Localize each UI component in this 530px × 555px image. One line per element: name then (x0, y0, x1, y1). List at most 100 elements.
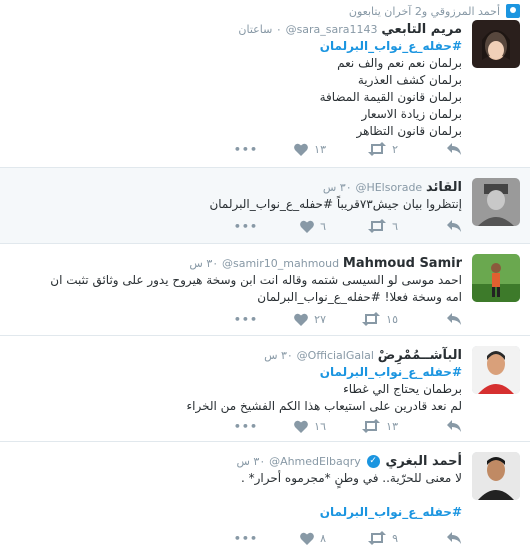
more-icon: ••• (233, 531, 258, 545)
tweet-actions: ٢ ١٣ ••• (10, 141, 462, 157)
avatar[interactable] (472, 452, 520, 500)
tweet-text: إنتظروا بيان جيش٧٣قريباً #حفله_ع_نواب_ال… (10, 196, 462, 213)
reply-button[interactable] (446, 141, 462, 157)
timestamp[interactable]: ٣٠ س (264, 349, 293, 362)
retweet-button[interactable]: ١٥ (362, 311, 398, 327)
more-button[interactable]: ••• (234, 218, 258, 234)
heart-icon (300, 532, 314, 545)
retweet-button[interactable]: ١٣ (362, 418, 398, 434)
like-button[interactable]: ٨ (300, 530, 326, 546)
retweet-icon (368, 142, 387, 156)
user-icon (506, 4, 520, 18)
tweet-line: احمد موسى لو السيسى شتمه وقاله انت ابن و… (50, 273, 462, 287)
verified-badge-icon: ✓ (366, 455, 380, 468)
author-handle[interactable]: @samir10_mahmoud (222, 257, 339, 270)
like-count: ٨ (320, 531, 326, 545)
tweet-line: برلمان زيادة الاسعار (361, 107, 462, 121)
author-handle[interactable]: @OfficialGalal (297, 349, 374, 362)
more-button[interactable]: ••• (234, 141, 258, 157)
reply-button[interactable] (446, 418, 462, 434)
more-button[interactable]: ••• (234, 530, 258, 546)
like-count: ٦ (320, 219, 326, 233)
more-icon: ••• (233, 142, 258, 156)
timestamp[interactable]: ٣٠ س (236, 455, 265, 468)
tweet-header: مريم التابعي @sara_sara1143 ٠ ساعتان (10, 20, 462, 38)
retweet-button[interactable]: ٩ (368, 530, 398, 546)
timestamp[interactable]: ٣٠ س (189, 257, 218, 270)
hashtag-link[interactable]: #حفله_ع_نواب_البرلمان (10, 38, 462, 55)
heart-icon (300, 220, 314, 233)
tweet-actions: ٦ ٦ ••• (10, 218, 462, 234)
author-handle[interactable]: @AhmedElbaqry (269, 455, 361, 468)
hashtag-link[interactable]: #حفله_ع_نواب_البرلمان (10, 504, 462, 521)
tweet[interactable]: Mahmoud Samir @samir10_mahmoud ٣٠ س احمد… (0, 244, 530, 336)
author-name[interactable]: مريم التابعي (381, 22, 462, 37)
heart-icon (294, 313, 309, 326)
reply-button[interactable] (446, 311, 462, 327)
tweet-line: لم نعد قادرين على استيعاب هذا الكم الفشي… (186, 399, 462, 413)
more-icon: ••• (233, 419, 258, 433)
timestamp[interactable]: ٠ ساعتان (238, 23, 281, 36)
author-name[interactable]: القائد (426, 180, 462, 195)
retweet-count: ٦ (392, 219, 398, 233)
tweet-actions: ٩ ٨ ••• (10, 530, 462, 546)
retweet-count: ١٣ (386, 419, 398, 433)
tweet-line: برطمان يحتاج الي غطاء (343, 382, 462, 396)
social-context: أحمد المرزوقي و2 آخران يتابعون (349, 0, 520, 22)
reply-button[interactable] (446, 530, 462, 546)
like-count: ١٣ (314, 142, 326, 156)
retweet-icon (362, 312, 381, 326)
avatar[interactable] (472, 254, 520, 302)
retweet-button[interactable]: ٢ (368, 141, 398, 157)
avatar[interactable] (472, 178, 520, 226)
avatar[interactable] (472, 346, 520, 394)
retweet-icon (368, 531, 387, 545)
hashtag-link[interactable]: #حفله_ع_نواب_البرلمان (10, 364, 462, 381)
tweet-line: برلمان قانون القيمة المضافة (319, 90, 462, 104)
retweet-icon (368, 219, 387, 233)
tweet-header: البآشــمُمْرِضْ @OfficialGalal ٣٠ س (10, 346, 462, 364)
retweet-count: ٩ (392, 531, 398, 545)
retweet-button[interactable]: ٦ (368, 218, 398, 234)
tweet-header: أحمد البغري ✓ @AhmedElbaqry ٣٠ س (10, 452, 462, 470)
tweet-actions: ١٣ ١٦ ••• (10, 418, 462, 434)
author-name[interactable]: أحمد البغري (385, 454, 462, 469)
more-button[interactable]: ••• (234, 311, 258, 327)
like-button[interactable]: ٢٧ (294, 311, 326, 327)
reply-icon (447, 143, 461, 155)
like-count: ١٦ (314, 419, 326, 433)
author-handle[interactable]: @sara_sara1143 (286, 23, 378, 36)
heart-icon (294, 420, 309, 433)
tweet-header: القائد @HElsorade ٣٠ س (10, 178, 462, 196)
more-icon: ••• (233, 219, 258, 233)
reply-icon (447, 532, 461, 544)
reply-icon (447, 220, 461, 232)
tweet-text: احمد موسى لو السيسى شتمه وقاله انت ابن و… (10, 272, 462, 306)
social-context-text: أحمد المرزوقي و2 آخران يتابعون (348, 4, 500, 18)
avatar[interactable] (472, 20, 520, 68)
tweet[interactable]: البآشــمُمْرِضْ @OfficialGalal ٣٠ س #حفل… (0, 336, 530, 442)
like-button[interactable]: ١٣ (294, 141, 326, 157)
tweet-feed: أحمد المرزوقي و2 آخران يتابعون مريم التا… (0, 0, 530, 555)
more-button[interactable]: ••• (234, 418, 258, 434)
tweet-header: Mahmoud Samir @samir10_mahmoud ٣٠ س (10, 254, 462, 272)
tweet[interactable]: القائد @HElsorade ٣٠ س إنتظروا بيان جيش٧… (0, 168, 530, 244)
tweet-actions: ١٥ ٢٧ ••• (10, 311, 462, 327)
like-button[interactable]: ١٦ (294, 418, 326, 434)
author-name[interactable]: Mahmoud Samir (343, 256, 462, 271)
tweet-line: إنتظروا بيان جيش٧٣قريباً #حفله_ع_نواب_ال… (209, 197, 462, 211)
author-handle[interactable]: @HElsorade (355, 181, 422, 194)
reply-icon (447, 313, 461, 325)
timestamp[interactable]: ٣٠ س (323, 181, 352, 194)
tweet-line: لا معنى للحرّية.. في وطنٍ *مجرموه أحرار*… (240, 471, 462, 485)
author-name[interactable]: البآشــمُمْرِضْ (378, 348, 462, 363)
heart-icon (294, 143, 309, 156)
tweet-line: برلمان قانون التظاهر (356, 124, 462, 138)
tweet[interactable]: أحمد المرزوقي و2 آخران يتابعون مريم التا… (0, 0, 530, 168)
reply-button[interactable] (446, 218, 462, 234)
retweet-count: ١٥ (386, 312, 398, 326)
like-button[interactable]: ٦ (300, 218, 326, 234)
tweet-text: #حفله_ع_نواب_البرلمان برطمان يحتاج الي غ… (10, 364, 462, 415)
like-count: ٢٧ (314, 312, 326, 326)
tweet[interactable]: أحمد البغري ✓ @AhmedElbaqry ٣٠ س لا معنى… (0, 442, 530, 555)
